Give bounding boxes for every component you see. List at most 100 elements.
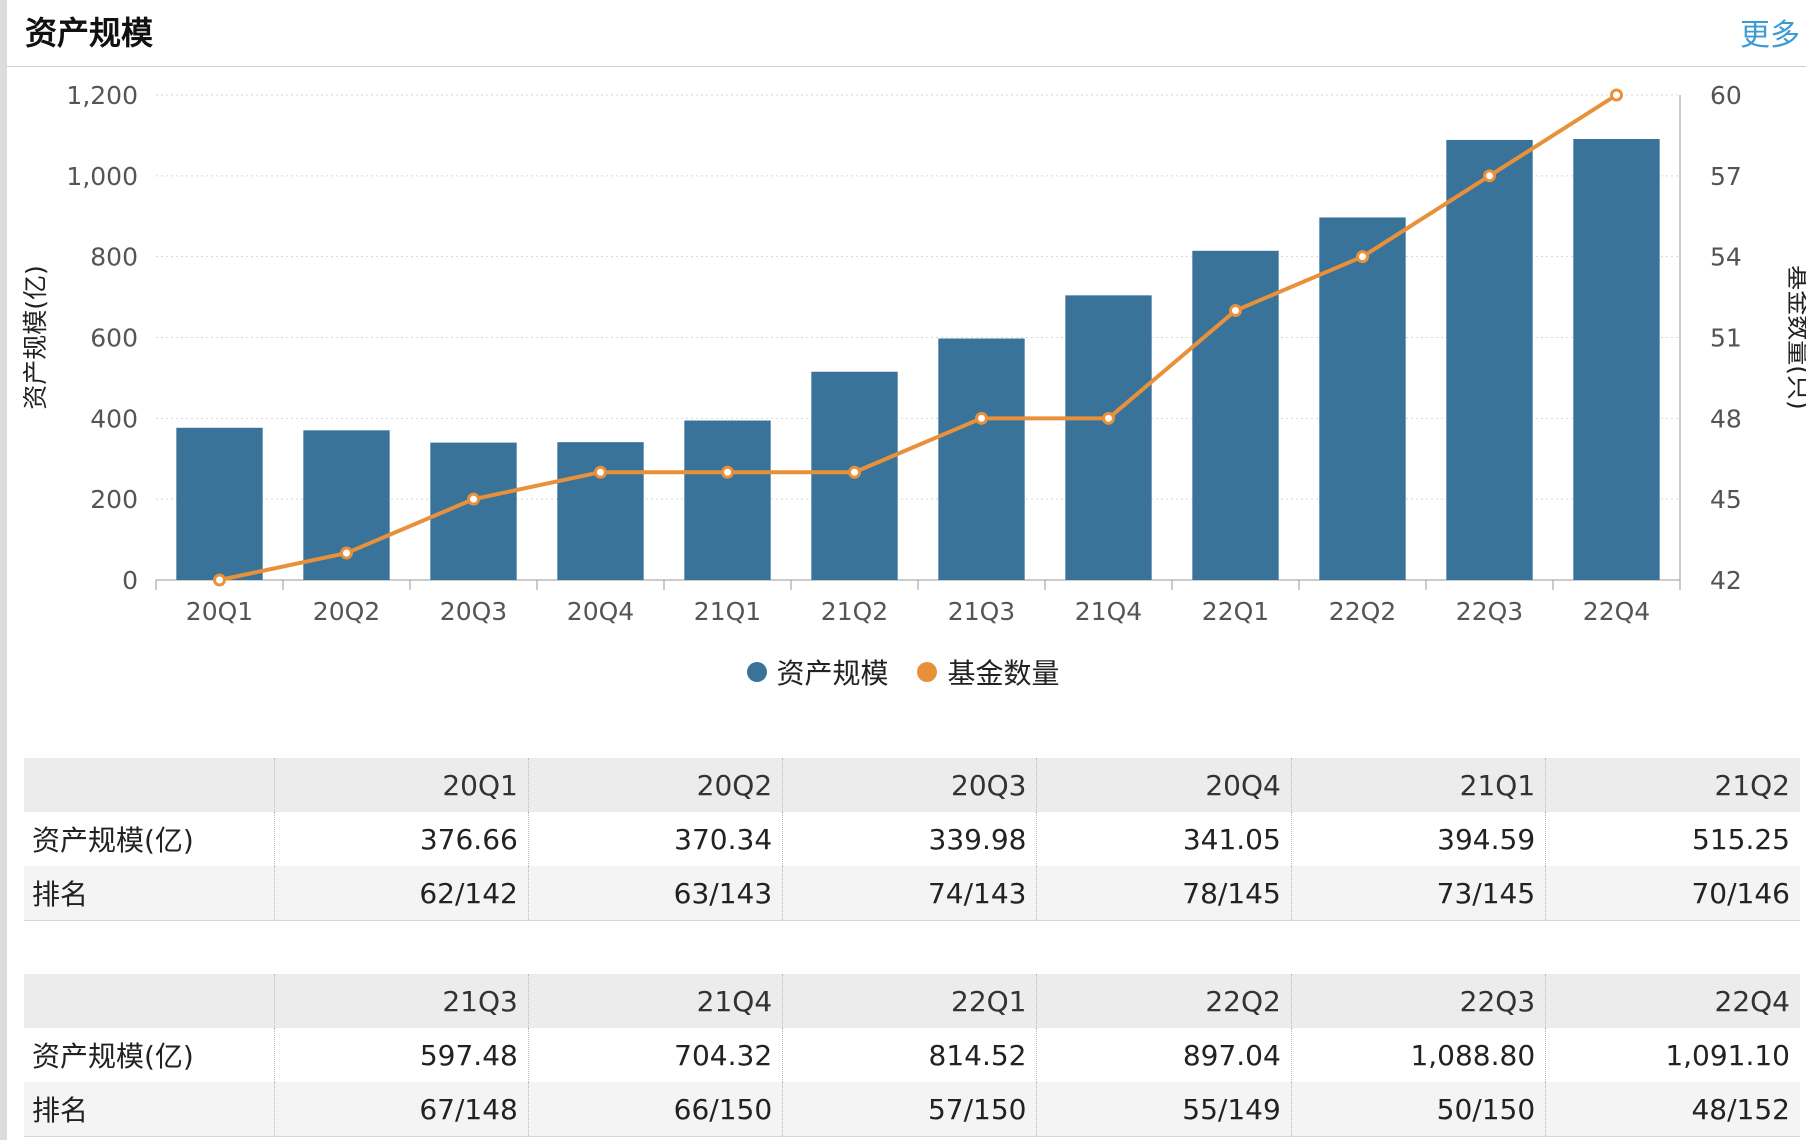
quarterly-table-1: 20Q1 20Q2 20Q3 20Q4 21Q1 21Q2 资产规模(亿) 37… <box>24 758 1800 921</box>
line-point <box>467 492 480 506</box>
y-axis-right-tick-label: 57 <box>1710 162 1742 191</box>
x-axis-tick-label: 22Q3 <box>1456 597 1523 626</box>
bar <box>1319 217 1406 580</box>
y-axis-left-tick-label: 200 <box>90 485 138 514</box>
table-cell: 55/149 <box>1036 1082 1292 1137</box>
table-cell: 62/142 <box>273 866 529 921</box>
bar <box>684 420 771 580</box>
table-header-cell: 20Q2 <box>527 758 783 812</box>
table-cell: 370.34 <box>527 812 783 866</box>
bar <box>1446 139 1533 580</box>
table-header-cell: 21Q4 <box>527 974 783 1028</box>
y-axis-left-tick-label: 1,000 <box>66 162 138 191</box>
table-row-asset-scale: 资产规模(亿) 597.48 704.32 814.52 897.04 1,08… <box>24 1028 1800 1082</box>
table-cell: 74/143 <box>782 866 1037 921</box>
table-cell: 897.04 <box>1036 1028 1292 1082</box>
table-header-cell: 22Q1 <box>782 974 1037 1028</box>
table-cell: 67/148 <box>273 1082 529 1137</box>
x-axis-tick-label: 22Q2 <box>1329 597 1396 626</box>
legend-item-fund-count[interactable]: 基金数量 <box>917 652 1059 692</box>
table-row-rank: 排名 62/142 63/143 74/143 78/145 73/145 70… <box>24 866 1800 921</box>
y-axis-right-title: 基金数量(只) <box>1784 265 1806 410</box>
line-point <box>1229 304 1242 318</box>
table-cell: 515.25 <box>1545 812 1800 866</box>
table-row-label: 资产规模(亿) <box>24 812 274 866</box>
table-cell: 394.59 <box>1290 812 1546 866</box>
y-axis-left-tick-label: 1,200 <box>66 81 138 110</box>
table-cell: 70/146 <box>1545 866 1800 921</box>
x-axis-tick-label: 20Q3 <box>440 597 507 626</box>
x-axis-tick-label: 22Q4 <box>1583 597 1650 626</box>
table-cell: 50/150 <box>1290 1082 1546 1137</box>
y-axis-left-tick-label: 600 <box>90 324 138 353</box>
table-cell: 339.98 <box>782 812 1037 866</box>
table-row-asset-scale: 资产规模(亿) 376.66 370.34 339.98 341.05 394.… <box>24 812 1800 866</box>
y-axis-right-tick-label: 51 <box>1710 324 1742 353</box>
table-cell: 376.66 <box>273 812 529 866</box>
table-header-cell: 20Q4 <box>1036 758 1292 812</box>
x-axis-tick-label: 21Q2 <box>821 597 888 626</box>
line-point <box>340 546 353 560</box>
bar <box>557 442 644 580</box>
y-axis-left-tick-label: 400 <box>90 404 138 433</box>
x-axis-tick-label: 22Q1 <box>1202 597 1269 626</box>
table-cell: 57/150 <box>782 1082 1037 1137</box>
legend-label-bar: 资产规模 <box>776 657 889 690</box>
more-link[interactable]: 更多 <box>1740 10 1800 54</box>
y-axis-right-tick-label: 45 <box>1710 485 1742 514</box>
table-header-cell: 21Q2 <box>1545 758 1800 812</box>
line-point <box>721 465 734 479</box>
table-cell: 1,091.10 <box>1545 1028 1800 1082</box>
table-cell: 48/152 <box>1545 1082 1800 1137</box>
table-header-cell: 20Q1 <box>273 758 529 812</box>
table-cell: 704.32 <box>527 1028 783 1082</box>
line-point <box>975 411 988 425</box>
table-cell: 1,088.80 <box>1290 1028 1546 1082</box>
table-cell: 66/150 <box>527 1082 783 1137</box>
line-point <box>1356 250 1369 264</box>
table-row-label: 排名 <box>24 1082 274 1137</box>
x-axis-tick-label: 21Q4 <box>1075 597 1142 626</box>
x-axis-tick-label: 21Q3 <box>948 597 1015 626</box>
y-axis-right-tick-label: 60 <box>1710 81 1742 110</box>
line-point <box>213 573 226 587</box>
y-axis-left-tick-label: 800 <box>90 243 138 272</box>
asset-scale-chart: 0 42 200 45 400 48 600 51 800 54 1,000 57 1,200 60 20Q… <box>21 81 1806 626</box>
table-cell: 63/143 <box>527 866 783 921</box>
chart-legend: 资产规模 基金数量 <box>0 652 1806 692</box>
quarterly-table-2: 21Q3 21Q4 22Q1 22Q2 22Q3 22Q4 资产规模(亿) 59… <box>24 974 1800 1137</box>
table-cell: 341.05 <box>1036 812 1292 866</box>
bar <box>176 427 263 580</box>
bar <box>1192 250 1279 581</box>
panel-header: 资产规模 更多 <box>7 0 1806 67</box>
table-header-row: 21Q3 21Q4 22Q1 22Q2 22Q3 22Q4 <box>24 974 1800 1028</box>
line-point <box>848 465 861 479</box>
table-header-cell: 21Q3 <box>273 974 529 1028</box>
table-header-cell <box>24 758 274 812</box>
bar <box>938 338 1025 580</box>
table-cell: 814.52 <box>782 1028 1037 1082</box>
x-axis-tick-label: 20Q1 <box>186 597 253 626</box>
table-cell: 73/145 <box>1290 866 1546 921</box>
table-header-cell: 22Q3 <box>1290 974 1546 1028</box>
legend-item-asset-scale[interactable]: 资产规模 <box>746 652 889 692</box>
x-axis-tick-label: 20Q4 <box>567 597 634 626</box>
y-axis-right-tick-label: 42 <box>1710 566 1742 595</box>
y-axis-left-tick-label: 0 <box>122 566 138 595</box>
table-header-cell: 21Q1 <box>1290 758 1546 812</box>
x-axis-tick-label: 20Q2 <box>313 597 380 626</box>
line-point <box>1483 169 1496 183</box>
bar <box>1065 295 1152 580</box>
table-header-cell: 22Q4 <box>1545 974 1800 1028</box>
line-point <box>594 465 607 479</box>
table-row-label: 资产规模(亿) <box>24 1028 274 1082</box>
table-header-row: 20Q1 20Q2 20Q3 20Q4 21Q1 21Q2 <box>24 758 1800 812</box>
y-axis-left-title: 资产规模(亿) <box>21 265 50 410</box>
panel-title: 资产规模 <box>25 14 154 52</box>
line-point <box>1102 411 1115 425</box>
table-row-label: 排名 <box>24 866 274 921</box>
bar <box>1573 139 1660 581</box>
table-cell: 597.48 <box>273 1028 529 1082</box>
line-point <box>1610 88 1623 102</box>
y-axis-right-tick-label: 48 <box>1710 404 1742 433</box>
